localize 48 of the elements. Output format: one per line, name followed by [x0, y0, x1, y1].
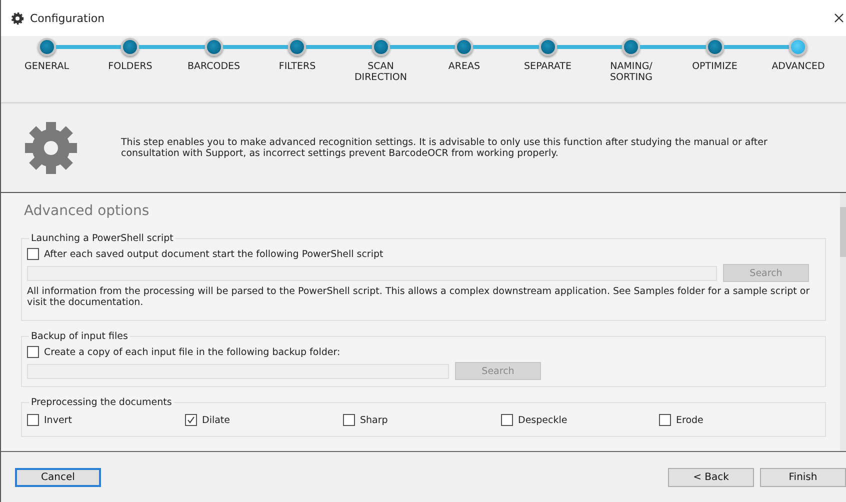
step-label[interactable]: NAMING/ SORTING: [592, 61, 670, 83]
checkbox-label[interactable]: Create a copy of each input file in the following backup folder:: [44, 346, 340, 358]
back-button[interactable]: < Back: [668, 468, 754, 486]
checkbox-label[interactable]: Invert: [44, 414, 72, 426]
scrollbar[interactable]: [840, 193, 846, 451]
step-marker[interactable]: [789, 38, 808, 56]
checkbox-label[interactable]: Despeckle: [518, 414, 568, 426]
checkbox-label[interactable]: Sharp: [360, 414, 388, 426]
step-label[interactable]: GENERAL: [8, 61, 86, 72]
step-label[interactable]: SCAN DIRECTION: [342, 61, 420, 83]
step-label[interactable]: FILTERS: [258, 61, 336, 72]
step-label[interactable]: OPTIMIZE: [676, 61, 754, 72]
group-title: Preprocessing the documents: [30, 397, 173, 408]
checkbox[interactable]: [659, 414, 671, 426]
checkbox-label[interactable]: Dilate: [202, 414, 230, 426]
step-label[interactable]: ADVANCED: [759, 61, 838, 72]
gear-icon: [11, 12, 24, 24]
step-marker[interactable]: [622, 38, 640, 56]
step-marker[interactable]: [38, 38, 56, 56]
gear-icon: [23, 120, 79, 176]
close-icon[interactable]: [834, 13, 846, 23]
checkbox[interactable]: [185, 414, 197, 426]
checkbox[interactable]: [27, 414, 39, 426]
checkbox-label[interactable]: Erode: [676, 414, 704, 426]
step-label[interactable]: SEPARATE: [508, 61, 587, 72]
step-marker[interactable]: [204, 38, 223, 56]
finish-button[interactable]: Finish: [760, 468, 846, 486]
info-text: This step enables you to make advanced recognition settings. It is advisable to only use this function after studying the manual or after consultation with Support, as incorrect settings prevent BarcodeOCR from working properly.: [121, 137, 768, 159]
group-title: Launching a PowerShell script: [30, 233, 174, 244]
window-title: Configuration: [30, 12, 106, 24]
cancel-button[interactable]: Cancel: [15, 468, 101, 486]
step-marker[interactable]: [121, 38, 140, 56]
section-heading: Advanced options: [24, 203, 150, 219]
step-marker[interactable]: [288, 38, 306, 56]
step-marker[interactable]: [706, 38, 724, 56]
step-label[interactable]: BARCODES: [174, 61, 253, 72]
note-text: All information from the processing will be parsed to the PowerShell script. This allows a complex downstream application. See Samples folder for a sample script or visit the documentation.: [27, 286, 811, 308]
step-marker[interactable]: [538, 38, 557, 56]
group-title: Backup of input files: [30, 331, 129, 342]
step-label[interactable]: FOLDERS: [91, 61, 170, 72]
checkbox[interactable]: [343, 414, 355, 426]
checkbox[interactable]: [501, 414, 513, 426]
checkbox[interactable]: [27, 248, 39, 260]
checkbox-label[interactable]: After each saved output document start the following PowerShell script: [44, 248, 384, 260]
step-marker[interactable]: [372, 38, 390, 56]
step-marker[interactable]: [455, 38, 474, 56]
checkbox[interactable]: [27, 346, 39, 358]
step-label[interactable]: AREAS: [425, 61, 504, 72]
